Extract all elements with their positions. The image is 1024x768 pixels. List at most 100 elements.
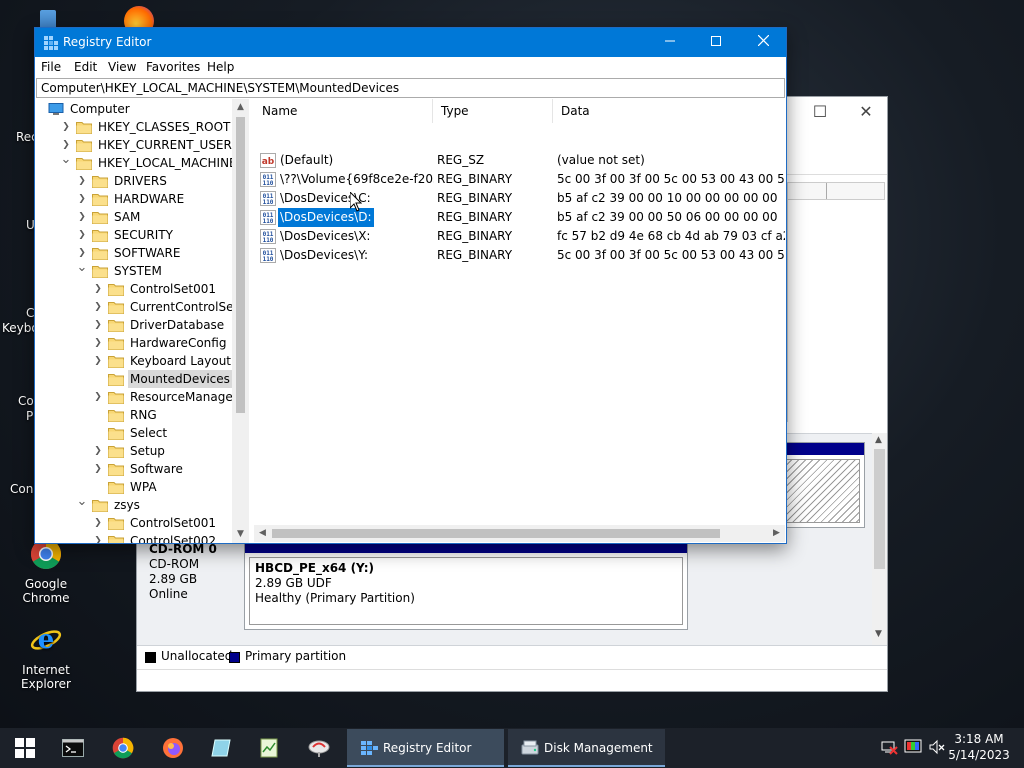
tree-node-label: CurrentControlSet <box>130 300 239 314</box>
glass-panel-icon <box>211 739 231 757</box>
folder-icon <box>76 140 92 152</box>
chevron-right-icon[interactable]: ❯ <box>92 460 104 478</box>
folder-icon <box>92 212 108 224</box>
windows-logo-icon <box>15 738 35 758</box>
column-header-name[interactable]: Name <box>254 99 433 123</box>
taskbar-chrome[interactable] <box>102 732 144 764</box>
chevron-down-icon[interactable]: ⌄ <box>76 261 88 280</box>
address-bar[interactable]: Computer\HKEY_LOCAL_MACHINE\SYSTEM\Mount… <box>36 78 785 98</box>
chevron-right-icon[interactable]: ❯ <box>92 532 104 543</box>
taskbar-firefox[interactable] <box>152 732 194 764</box>
chevron-right-icon[interactable]: ❯ <box>76 226 88 244</box>
folder-icon <box>92 230 108 242</box>
value-data: b5 af c2 39 00 00 10 00 00 00 00 00 <box>557 191 778 205</box>
chevron-right-icon[interactable]: ❯ <box>92 352 104 370</box>
menu-edit[interactable]: Edit <box>74 60 97 74</box>
menu-view[interactable]: View <box>108 60 136 74</box>
chevron-right-icon[interactable]: ❯ <box>76 190 88 208</box>
values-scroll-thumb[interactable] <box>272 529 720 538</box>
volume-hbcd[interactable]: HBCD_PE_x64 (Y:) 2.89 GB UDF Healthy (Pr… <box>244 540 688 630</box>
unallocated-region[interactable] <box>779 442 865 528</box>
close-button[interactable]: ✕ <box>851 101 881 123</box>
maximize-icon <box>711 36 721 46</box>
chevron-right-icon[interactable]: ❯ <box>76 208 88 226</box>
chevron-right-icon[interactable]: ❯ <box>60 118 72 136</box>
scroll-thumb[interactable] <box>874 449 885 569</box>
chevron-down-icon[interactable]: ⌄ <box>76 495 88 514</box>
column-header-type[interactable]: Type <box>433 99 553 123</box>
values-horizontal-scrollbar[interactable]: ◀ ▶ <box>254 525 785 542</box>
desktop-label-con[interactable]: Con <box>10 482 33 496</box>
unallocated-swatch <box>145 652 156 663</box>
maximize-button[interactable] <box>693 28 739 57</box>
taskbar-command-prompt[interactable] <box>52 732 94 764</box>
scroll-up-icon[interactable]: ▲ <box>875 435 882 445</box>
chevron-right-icon[interactable]: ❯ <box>76 172 88 190</box>
tree-vertical-scrollbar[interactable]: ▲ ▼ <box>232 99 249 543</box>
chevron-right-icon[interactable]: ❯ <box>92 316 104 334</box>
taskbar-task-registry-editor[interactable]: Registry Editor <box>347 729 504 767</box>
column-header-data[interactable]: Data <box>553 99 785 123</box>
graph-vertical-scrollbar[interactable]: ▲ ▼ <box>872 433 887 645</box>
scroll-right-icon[interactable]: ▶ <box>768 525 785 542</box>
tree-scroll-up-icon[interactable]: ▲ <box>232 99 249 116</box>
tree-node-label: HKEY_LOCAL_MACHINE <box>98 156 237 170</box>
tree-scroll-thumb[interactable] <box>236 117 245 413</box>
chevron-right-icon[interactable]: ❯ <box>92 442 104 460</box>
tree-scroll-down-icon[interactable]: ▼ <box>232 526 249 543</box>
value-data: b5 af c2 39 00 00 50 06 00 00 00 00 <box>557 210 778 224</box>
menu-favorites[interactable]: Favorites <box>146 60 200 74</box>
folder-icon <box>92 500 108 512</box>
folder-icon <box>92 176 108 188</box>
value-row[interactable]: 011 110 \DosDevices\D: REG_BINARY b5 af c2 3… <box>254 207 785 228</box>
registry-editor-titlebar[interactable]: Registry Editor <box>35 28 786 57</box>
value-row[interactable]: 011 110 \DosDevices\X: REG_BINARY fc 57 b2 d… <box>254 227 785 246</box>
maximize-button[interactable]: ☐ <box>805 101 835 123</box>
google-chrome-shortcut[interactable]: Google Chrome <box>1 538 91 605</box>
value-row[interactable]: ab (Default) REG_SZ (value not set) <box>254 151 785 170</box>
chevron-right-icon[interactable]: ❯ <box>92 334 104 352</box>
internet-explorer-shortcut[interactable]: e Internet Explorer <box>1 624 91 691</box>
scroll-down-icon[interactable]: ▼ <box>875 629 882 639</box>
value-row[interactable]: 011 110 \DosDevices\C: REG_BINARY b5 af c2 3… <box>254 189 785 208</box>
internet-explorer-icon: e <box>30 625 62 655</box>
chevron-right-icon[interactable]: ❯ <box>92 298 104 316</box>
disk-name: CD-ROM 0 <box>149 542 217 556</box>
disk-row-cdrom: CD-ROM 0 CD-ROM 2.89 GB Online HBCD_PE_x… <box>145 540 869 630</box>
value-data: (value not set) <box>557 153 645 167</box>
close-button[interactable] <box>740 28 786 57</box>
taskbar-task-disk-management[interactable]: Disk Management <box>508 729 665 767</box>
value-type: REG_BINARY <box>437 248 513 262</box>
folder-icon <box>76 158 92 170</box>
disk-management-icon <box>521 740 539 755</box>
chevron-right-icon[interactable]: ❯ <box>92 280 104 298</box>
tree-node-label: WPA <box>130 480 157 494</box>
taskbar-notepad-tool[interactable] <box>248 732 290 764</box>
menu-file[interactable]: File <box>41 60 61 74</box>
taskbar-clock[interactable]: 3:18 AM 5/14/2023 <box>944 731 1014 763</box>
value-name: (Default) <box>280 153 334 167</box>
minimize-icon <box>665 40 675 42</box>
folder-icon <box>108 536 124 543</box>
menu-help[interactable]: Help <box>207 60 234 74</box>
desktop-label-p[interactable]: P <box>26 409 33 423</box>
scroll-left-icon[interactable]: ◀ <box>254 525 271 542</box>
start-button[interactable] <box>4 732 46 764</box>
folder-icon <box>108 518 124 530</box>
disk-info-cdrom[interactable]: CD-ROM 0 CD-ROM 2.89 GB Online <box>145 540 241 630</box>
desktop-label-control[interactable]: Co <box>18 394 34 408</box>
chevron-down-icon[interactable]: ⌄ <box>60 153 72 172</box>
folder-icon <box>108 446 124 458</box>
svg-text:110: 110 <box>263 180 274 187</box>
chevron-right-icon[interactable]: ❯ <box>92 514 104 532</box>
taskbar-network-tool[interactable] <box>298 732 340 764</box>
value-row[interactable]: 011110 \??\Volume{69f8ce2e-f205-...REG_BI… <box>254 170 785 189</box>
color-display-icon[interactable] <box>904 738 922 756</box>
taskbar-explorer-tool[interactable] <box>200 732 242 764</box>
volume-name: HBCD_PE_x64 (Y:) <box>255 561 374 575</box>
chevron-right-icon[interactable]: ❯ <box>92 388 104 406</box>
value-row[interactable]: 011 110 \DosDevices\Y: REG_BINARY 5c 00 3f 0… <box>254 246 785 265</box>
clock-time: 3:18 AM <box>954 732 1004 746</box>
network-disconnected-icon[interactable] <box>880 738 898 756</box>
minimize-button[interactable] <box>647 28 693 57</box>
